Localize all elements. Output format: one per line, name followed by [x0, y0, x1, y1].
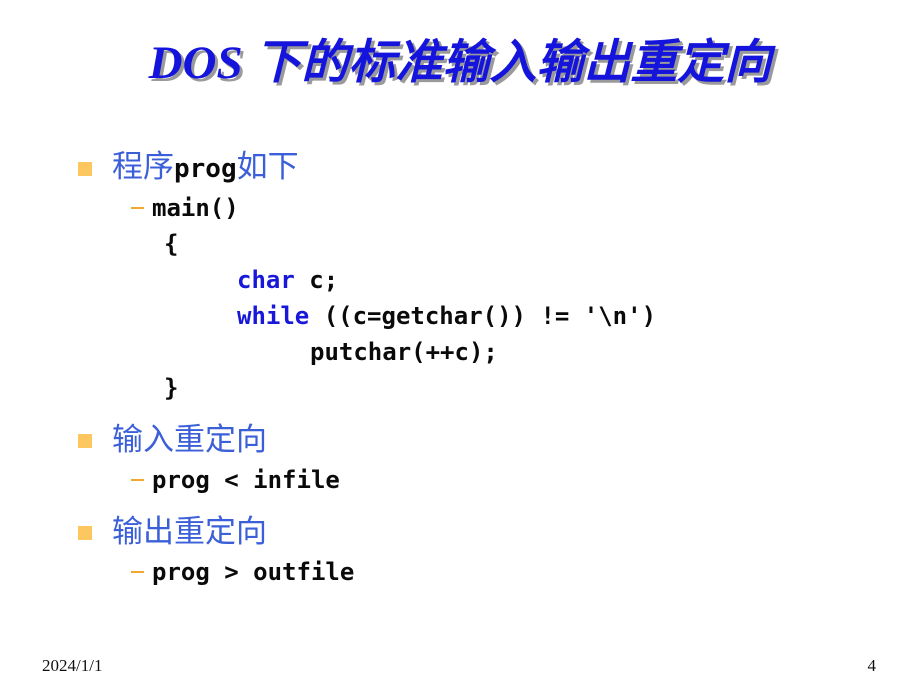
bullet-program-prefix: 程序 [112, 149, 174, 184]
code-line-close-brace: } [0, 370, 920, 406]
code-line-open-brace-text: { [164, 230, 179, 258]
dash-bullet-icon [131, 479, 144, 481]
page-title: DOS 下的标准输入输出重定向 [148, 37, 772, 89]
code-while-rest: ((c=getchar()) != '\n') [309, 302, 657, 330]
code-line-input-redirect: prog < infile [0, 462, 920, 498]
bullet-item-input-redirect-label: 输入重定向 [112, 422, 267, 457]
bullet-item-program: 程序prog如下 [0, 146, 920, 190]
code-line-open-brace: { [0, 226, 920, 262]
bullet-item-program-label: 程序prog如下 [112, 149, 299, 187]
code-line-main: main() [0, 190, 920, 226]
footer-page-number: 4 [867, 656, 877, 675]
keyword-while: while [237, 302, 310, 330]
code-line-output-redirect-text: prog > outfile [152, 558, 355, 586]
bullet-item-input-redirect: 输入重定向 [0, 418, 920, 462]
code-line-close-brace-text: } [164, 374, 179, 402]
square-bullet-icon [78, 162, 92, 176]
code-line-while: while ((c=getchar()) != '\n') [0, 298, 920, 334]
square-bullet-icon [78, 434, 92, 448]
bullet-program-mono: prog [174, 154, 237, 184]
dash-bullet-icon [131, 207, 144, 209]
bullet-item-output-redirect-label: 输出重定向 [112, 514, 267, 549]
code-line-output-redirect: prog > outfile [0, 554, 920, 590]
code-line-main-text: main() [152, 194, 239, 222]
bullet-program-suffix: 如下 [236, 149, 299, 184]
code-line-putchar-text: putchar(++c); [310, 338, 498, 366]
footer-date: 2024/1/1 [42, 656, 103, 675]
square-bullet-icon [78, 526, 92, 540]
code-char-rest: c; [294, 266, 339, 294]
bullet-item-output-redirect: 输出重定向 [0, 510, 920, 554]
code-line-char-decl-text: char c; [237, 264, 338, 296]
dash-bullet-icon [131, 571, 144, 573]
code-line-while-text: while ((c=getchar()) != '\n') [237, 300, 656, 332]
slide-body: 程序prog如下 main() { char c; while ((c=getc… [0, 146, 920, 590]
code-line-input-redirect-text: prog < infile [152, 466, 340, 494]
code-line-putchar: putchar(++c); [0, 334, 920, 370]
code-line-char-decl: char c; [0, 262, 920, 298]
keyword-char: char [237, 266, 295, 294]
